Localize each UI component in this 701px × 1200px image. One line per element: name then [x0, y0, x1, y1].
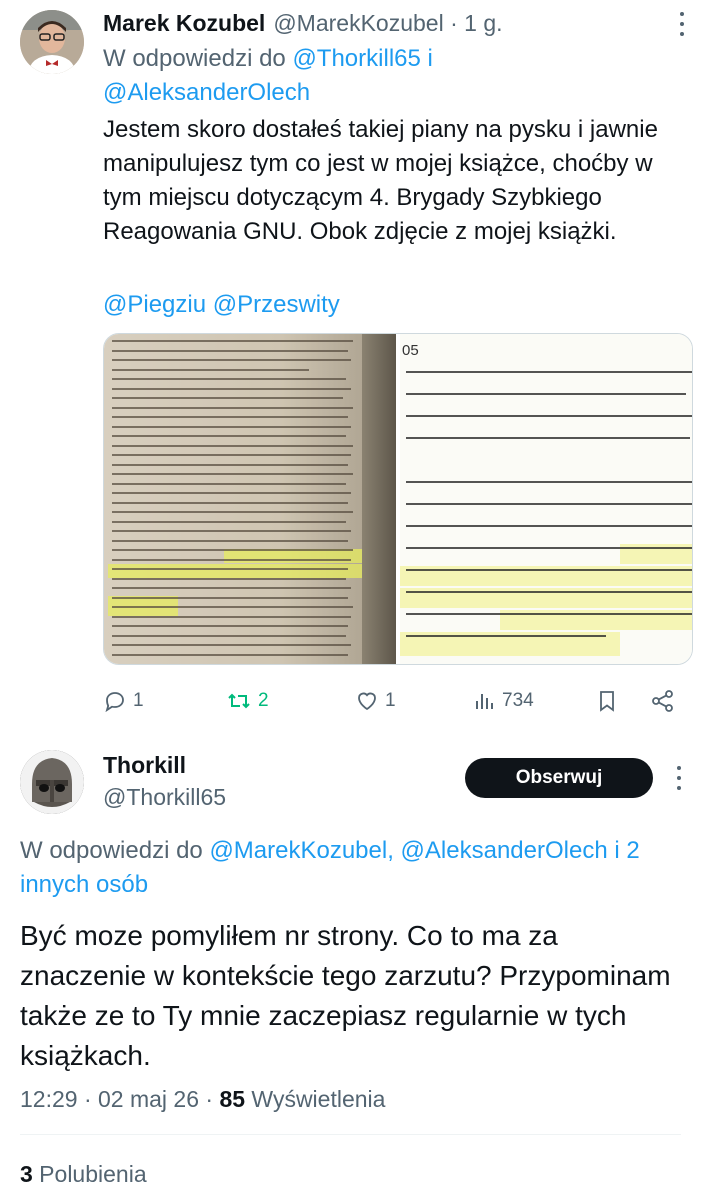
author-name[interactable]: Marek Kozubel [103, 10, 265, 37]
bookmark-icon [600, 691, 614, 712]
retweet-icon [228, 693, 250, 709]
page-number: 05 [402, 342, 419, 359]
reply-count: 1 [133, 690, 144, 711]
author-handle[interactable]: @Thorkill65 [103, 784, 226, 811]
helmet-icon [20, 750, 84, 814]
divider [20, 1134, 681, 1135]
views-label: Wyświetlenia [245, 1086, 386, 1112]
like-count: 1 [385, 690, 396, 711]
more-options-icon[interactable] [674, 766, 684, 790]
views-count: 85 [219, 1086, 246, 1112]
likes-count: 3 [20, 1161, 33, 1187]
tweet-meta: 12:29 · 02 maj 26 · 85 Wyświetlenia [20, 1086, 385, 1113]
author-handle[interactable]: @MarekKozubel · 1 g. [273, 10, 502, 37]
reply-prefix: W odpowiedzi do [103, 45, 293, 72]
retweet-count: 2 [258, 690, 269, 711]
tweet-mentions[interactable]: @Piegziu @Przeswity [103, 288, 340, 322]
author-name[interactable]: Thorkill [103, 752, 186, 779]
share-button[interactable] [650, 683, 676, 719]
profile-photo-icon [20, 10, 84, 74]
tweet-text: Jestem skoro dostałeś takiej piany na py… [103, 116, 658, 245]
more-options-icon[interactable] [677, 12, 687, 36]
follow-button[interactable]: Obserwuj [465, 758, 653, 798]
views-icon [476, 694, 493, 709]
views-button[interactable]: 734 [472, 683, 534, 719]
tweet-header: Marek Kozubel @MarekKozubel · 1 g. [103, 8, 503, 38]
reply-context: W odpowiedzi do @MarekKozubel, @Aleksand… [20, 834, 700, 902]
reply-icon [105, 692, 124, 713]
tweet-thorkill[interactable]: Thorkill @Thorkill65 Obserwuj W odpowied… [0, 733, 701, 1200]
views-count: 734 [502, 690, 534, 711]
timestamp[interactable]: 12:29 · 02 maj 26 · [20, 1086, 219, 1112]
bookmark-button[interactable] [595, 683, 619, 719]
avatar[interactable] [20, 750, 84, 814]
likes-summary[interactable]: 3 Polubienia [20, 1161, 147, 1188]
share-icon [652, 690, 673, 712]
screenshot-text-photo[interactable]: 05 [400, 334, 692, 664]
book-page-photo[interactable] [104, 334, 396, 664]
tweet-actions: 1 2 1 734 [103, 683, 693, 719]
retweet-button[interactable]: 2 [226, 683, 269, 719]
tweet-media[interactable]: 05 [103, 333, 693, 665]
like-button[interactable]: 1 [355, 683, 396, 719]
likes-label: Polubienia [32, 1161, 147, 1187]
reply-prefix: W odpowiedzi do [20, 837, 210, 864]
tweet-marek[interactable]: Marek Kozubel @MarekKozubel · 1 g. W odp… [0, 0, 701, 733]
tweet-text: Być moze pomyliłem nr strony. Co to ma z… [20, 920, 671, 1071]
avatar[interactable] [20, 10, 84, 74]
heart-icon [358, 692, 376, 711]
reply-context: W odpowiedzi do @Thorkill65 i @Aleksande… [103, 42, 623, 110]
reply-button[interactable]: 1 [103, 683, 144, 719]
